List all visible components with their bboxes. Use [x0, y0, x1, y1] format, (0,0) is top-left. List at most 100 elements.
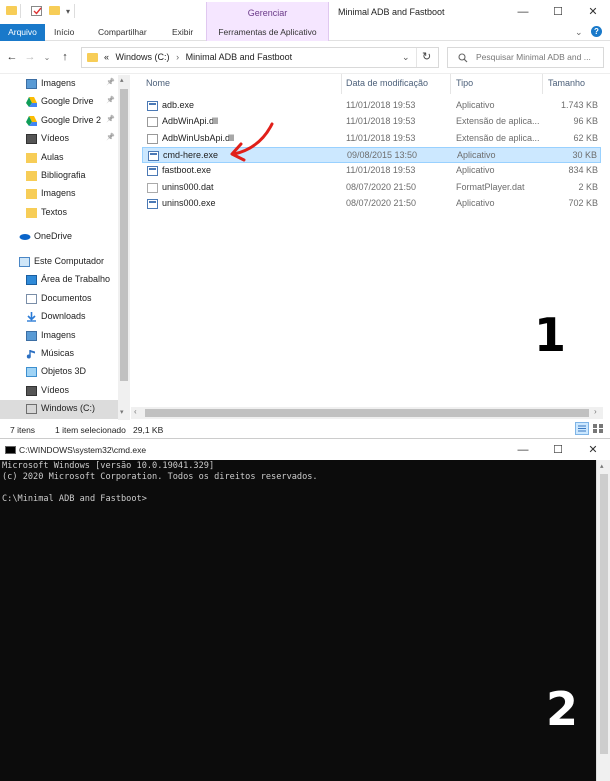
properties-icon[interactable] — [31, 6, 42, 16]
sidebar-item[interactable]: Área de Trabalho — [0, 271, 118, 289]
sidebar-item[interactable]: Windows (C:) — [0, 400, 118, 419]
file-list-horizontal-scrollbar[interactable]: ‹ › — [131, 407, 603, 419]
tab-compartilhar[interactable]: Compartilhar — [91, 24, 154, 41]
tab-arquivo[interactable]: Arquivo — [0, 24, 45, 41]
sidebar-item[interactable]: Downloads — [0, 308, 118, 326]
scroll-up-icon[interactable]: ▴ — [120, 76, 124, 84]
column-separator[interactable] — [450, 74, 451, 94]
search-box[interactable]: Pesquisar Minimal ADB and ... — [447, 47, 604, 68]
cmd-maximize-button[interactable]: ☐ — [543, 441, 573, 459]
sidebar-item[interactable]: Vídeos — [0, 382, 118, 400]
scrollbar-thumb[interactable] — [600, 474, 608, 754]
back-arrow-icon[interactable]: ← — [4, 51, 20, 63]
forward-arrow-icon[interactable]: → — [22, 51, 38, 63]
refresh-icon[interactable]: ↻ — [422, 50, 431, 63]
scroll-down-icon[interactable]: ▾ — [120, 408, 124, 416]
window-title: Minimal ADB and Fastboot — [338, 7, 445, 17]
sidebar-item-label: OneDrive — [34, 231, 73, 241]
3d-objects-icon — [26, 367, 37, 378]
scroll-up-icon[interactable]: ▴ — [600, 462, 604, 470]
cmd-minimize-button[interactable]: — — [508, 441, 538, 459]
navigation-pane-scrollbar[interactable]: ▴ ▾ — [118, 75, 130, 420]
search-icon — [458, 53, 468, 63]
file-type: Aplicativo — [456, 165, 495, 176]
breadcrumb-item-folder[interactable]: Minimal ADB and Fastboot — [186, 52, 293, 62]
column-separator[interactable] — [542, 74, 543, 94]
sidebar-item[interactable]: Imagens — [0, 185, 118, 203]
column-header-date[interactable]: Data de modificação — [346, 78, 428, 88]
customize-toolbar-icon[interactable]: ▾ — [66, 7, 70, 16]
exe-icon — [147, 198, 158, 209]
maximize-button[interactable]: ☐ — [543, 3, 573, 21]
file-row[interactable]: AdbWinUsbApi.dll 11/01/2018 19:53 Extensão… — [142, 131, 601, 147]
file-row[interactable]: unins000.exe 08/07/2020 21:50 Aplicativo 70… — [142, 196, 601, 212]
sidebar-item[interactable]: Google Drive 2 📌 — [0, 112, 118, 130]
new-folder-icon[interactable] — [49, 6, 60, 15]
up-arrow-icon[interactable]: ↑ — [57, 51, 73, 63]
cmd-close-button[interactable]: ✕ — [578, 441, 608, 459]
column-separator[interactable] — [341, 74, 342, 94]
status-bar: 7 itens 1 item selecionado 29,1 KB — [0, 421, 610, 438]
folder-icon — [87, 53, 98, 62]
close-button[interactable]: ✕ — [578, 3, 608, 21]
sidebar-item[interactable]: Objetos 3D — [0, 363, 118, 381]
details-view-icon[interactable] — [575, 422, 589, 435]
navigation-pane: Imagens 📌 Google Drive 📌 Google Drive 2 📌 Víde… — [0, 75, 131, 419]
file-row[interactable]: unins000.dat 08/07/2020 21:50 FormatPlayer… — [142, 180, 601, 196]
sidebar-item[interactable]: Imagens — [0, 327, 118, 345]
scroll-left-icon[interactable]: ‹ — [134, 407, 137, 416]
sidebar-item[interactable]: Documentos — [0, 290, 118, 308]
address-dropdown-icon[interactable]: ⌄ — [402, 52, 410, 63]
ribbon-tabs: Arquivo Início Compartilhar Exibir Ferra… — [0, 24, 610, 41]
file-row[interactable]: fastboot.exe 11/01/2018 19:53 Aplicativo 83… — [142, 163, 601, 179]
column-header-size[interactable]: Tamanho — [548, 78, 585, 88]
divider — [416, 48, 417, 67]
tab-ferramentas-de-aplicativo[interactable]: Ferramentas de Aplicativo — [206, 24, 329, 41]
tab-inicio[interactable]: Início — [47, 24, 81, 41]
tab-exibir[interactable]: Exibir — [165, 24, 200, 41]
scrollbar-thumb[interactable] — [145, 409, 589, 417]
sidebar-item[interactable]: Bibliografia — [0, 167, 118, 185]
sidebar-item[interactable]: OneDrive — [0, 228, 118, 246]
column-header-type[interactable]: Tipo — [456, 78, 473, 88]
sidebar-item[interactable]: Google Drive 📌 — [0, 93, 118, 111]
address-bar[interactable]: « Windows (C:) › Minimal ADB and Fastboo… — [81, 47, 439, 68]
file-size: 96 KB — [573, 116, 598, 127]
file-date: 08/07/2020 21:50 — [346, 197, 417, 208]
cmd-window-title: C:\WINDOWS\system32\cmd.exe — [19, 445, 147, 455]
cmd-app-icon[interactable] — [5, 446, 16, 454]
console-output[interactable]: Microsoft Windows [versão 10.0.19041.329… — [0, 460, 596, 781]
column-header-name[interactable]: Nome — [146, 78, 170, 88]
file-row[interactable]: adb.exe 11/01/2018 19:53 Aplicativo 1.743 K… — [142, 98, 601, 114]
sidebar-item[interactable]: Imagens 📌 — [0, 75, 118, 93]
drive-icon — [26, 404, 37, 415]
sidebar-item[interactable]: Este Computador — [0, 253, 118, 271]
breadcrumb-overflow[interactable]: « — [104, 52, 109, 62]
breadcrumb-item-drive[interactable]: Windows (C:) — [116, 52, 170, 62]
computer-icon — [19, 257, 30, 267]
sidebar-item-label: Músicas — [41, 348, 75, 358]
step-number-2: 2 — [546, 682, 579, 736]
scrollbar-thumb[interactable] — [120, 89, 128, 381]
downloads-icon — [26, 312, 37, 322]
file-type: Aplicativo — [457, 149, 496, 160]
sidebar-item[interactable]: Aulas — [0, 149, 118, 167]
large-icons-view-icon[interactable] — [592, 423, 604, 434]
sidebar-item-label: Google Drive 2 — [41, 114, 102, 125]
expand-ribbon-icon[interactable]: ⌄ — [575, 27, 583, 38]
sidebar-item-label: Imagens — [41, 78, 76, 88]
recent-locations-icon[interactable]: ⌄ — [39, 53, 55, 62]
minimize-button[interactable]: — — [508, 3, 538, 21]
videos-icon — [26, 134, 37, 145]
dat-icon — [147, 182, 158, 193]
console-scrollbar[interactable]: ▴ — [596, 460, 610, 781]
sidebar-item[interactable]: Textos — [0, 204, 118, 222]
file-row[interactable]: cmd-here.exe 09/08/2015 13:50 Aplicativo 30… — [142, 146, 601, 163]
sidebar-item[interactable]: Músicas — [0, 345, 118, 363]
sidebar-item[interactable]: Vídeos 📌 — [0, 130, 118, 148]
file-row[interactable]: AdbWinApi.dll 11/01/2018 19:53 Extensão de… — [142, 114, 601, 130]
file-type: Extensão de aplica... — [456, 116, 540, 127]
help-icon[interactable]: ? — [591, 26, 602, 37]
scroll-right-icon[interactable]: › — [594, 407, 597, 416]
file-size: 834 KB — [568, 165, 598, 176]
